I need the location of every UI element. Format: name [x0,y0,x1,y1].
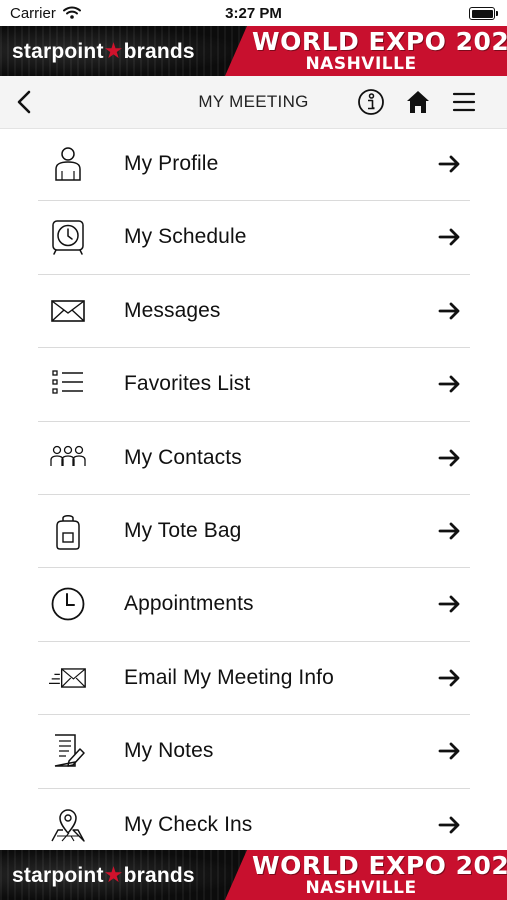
arrow-right-icon [438,155,460,173]
menu-item-label: Favorites List [124,372,251,396]
envelope-icon [51,299,85,322]
menu-item-label: My Contacts [124,445,242,469]
menu-item-messages[interactable]: Messages [38,275,470,349]
tote-bag-icon [56,514,80,550]
home-icon[interactable] [404,88,432,116]
map-pin-icon [51,808,85,842]
menu-item-my-tote-bag[interactable]: My Tote Bag [38,495,470,569]
clock-icon [51,587,85,621]
event-title: WORLD EXPO 2024 [252,27,507,56]
menu-item-my-contacts[interactable]: My Contacts [38,422,470,495]
info-icon[interactable] [357,88,385,116]
menu-item-label: My Schedule [124,225,247,249]
event-title: WORLD EXPO 2024 [252,851,507,880]
arrow-right-icon [438,816,460,833]
menu-item-label: My Profile [124,152,219,175]
notes-icon [54,734,85,767]
checklist-icon [52,370,83,394]
menu-item-label: My Tote Bag [124,518,242,542]
arrow-right-icon [438,522,460,540]
menu-item-my-notes[interactable]: My Notes [38,715,470,789]
star-icon: ★ [103,38,124,63]
brand-logo-right: brands [123,40,195,63]
brand-logo: starpoint★brands [12,862,195,888]
arrow-right-icon [438,302,460,320]
clock-time: 3:27 PM [225,5,282,22]
arrow-right-icon [438,375,460,393]
menu-item-label: My Notes [124,739,214,763]
status-bar: Carrier 3:27 PM [0,0,507,26]
menu-item-label: My Check Ins [124,812,253,836]
brand-logo-left: starpoint [12,864,104,887]
arrow-right-icon [438,669,460,687]
menu-item-label: Messages [124,298,221,322]
event-city: NASHVILLE [305,54,417,74]
event-banner-top[interactable]: starpoint★brands WORLD EXPO 2024 NASHVIL… [0,26,507,76]
arrow-right-icon [438,449,460,466]
arrow-right-icon [438,595,460,613]
person-icon [55,147,81,181]
group-icon [50,445,86,466]
meeting-menu-list: My Profile My Schedule Messages Favorite… [38,128,470,861]
menu-item-appointments[interactable]: Appointments [38,568,470,642]
event-banner-bottom[interactable]: starpoint★brands WORLD EXPO 2024 NASHVIL… [0,850,507,900]
arrow-right-icon [438,228,460,246]
navigation-bar: MY MEETING [0,76,507,129]
battery-icon [469,7,498,20]
menu-item-label: Appointments [124,592,254,616]
menu-item-favorites-list[interactable]: Favorites List [38,348,470,422]
star-icon: ★ [103,862,124,887]
menu-item-my-profile[interactable]: My Profile [38,128,470,202]
hamburger-menu-icon[interactable] [451,89,477,115]
arrow-right-icon [438,742,460,760]
menu-item-label: Email My Meeting Info [124,665,334,689]
event-city: NASHVILLE [305,878,417,898]
brand-logo-right: brands [123,864,195,887]
brand-logo-left: starpoint [12,40,104,63]
menu-item-email-my-meeting-info[interactable]: Email My Meeting Info [38,642,470,716]
brand-logo: starpoint★brands [12,38,195,64]
send-email-icon [49,668,86,688]
alarm-clock-icon [52,220,84,256]
menu-item-my-schedule[interactable]: My Schedule [38,201,470,275]
